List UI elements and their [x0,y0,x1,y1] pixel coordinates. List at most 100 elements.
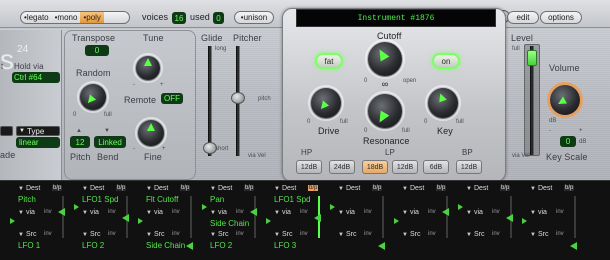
mod-via-amount-icon[interactable] [74,204,79,210]
mod-bypass-toggle[interactable]: b/p [500,185,511,191]
mod-src-value[interactable]: LFO 3 [274,241,296,250]
mod-bypass-toggle[interactable]: b/p [116,185,127,191]
mod-via-amount-icon[interactable] [202,204,207,210]
mod-bypass-toggle[interactable]: b/p [308,185,319,191]
mod-src-value[interactable]: LFO 2 [210,241,232,250]
mod-via-button[interactable]: ▼ via [402,208,419,217]
mod-intensity-handle-icon[interactable] [122,214,129,222]
link-icon[interactable]: ∞ [378,80,392,89]
options-button[interactable]: options [540,11,582,24]
mod-bypass-toggle[interactable]: b/p [52,185,63,191]
filter-tab-lp-12db[interactable]: 12dB [392,160,418,174]
mod-via-button[interactable]: ▼ via [82,208,99,217]
mono-option[interactable]: • mono [52,12,81,23]
mod-intensity-slider[interactable] [574,196,576,238]
mod-via-amount-icon[interactable] [522,218,527,224]
filter-tab-lp-6db[interactable]: 6dB [423,160,449,174]
fat-toggle[interactable]: fat [315,53,343,69]
mod-via-button[interactable]: ▼ via [466,208,483,217]
mod-src-button[interactable]: ▼ Src [18,230,36,239]
mod-bypass-toggle[interactable]: b/p [244,185,255,191]
voices-field[interactable]: 16 [172,12,186,24]
mod-src-invert-toggle[interactable]: inv [556,231,564,237]
poly-option[interactable]: • poly [80,12,104,23]
mod-src-button[interactable]: ▼ Src [82,230,100,239]
mod-via-invert-toggle[interactable]: inv [108,209,116,215]
mod-dest-value[interactable]: Flt Cutoff [146,195,178,204]
mod-src-invert-toggle[interactable]: inv [300,231,308,237]
random-knob[interactable] [77,81,109,113]
mod-dest-value[interactable]: Pan [210,195,224,204]
filter-tab-lp-24db[interactable]: 24dB [329,160,355,174]
mod-intensity-handle-icon[interactable] [58,208,65,216]
pitch-bend-down-field[interactable]: Linked [94,136,126,148]
mod-dest-button[interactable]: ▼ Dest [466,184,488,193]
edit-button[interactable]: edit [507,11,539,24]
level-slider-thumb[interactable] [527,50,537,66]
mod-via-invert-toggle[interactable]: inv [556,209,564,215]
mod-via-amount-icon[interactable] [458,204,463,210]
cutoff-knob[interactable] [365,39,405,79]
mod-via-invert-toggle[interactable]: inv [492,209,500,215]
mod-via-amount-icon[interactable] [330,204,335,210]
mod-intensity-handle-icon[interactable] [314,214,321,222]
hold-via-field[interactable]: Ctrl #64 [12,72,60,83]
mod-src-button[interactable]: ▼ Src [466,230,484,239]
mod-dest-button[interactable]: ▼ Dest [402,184,424,193]
mod-dest-value[interactable]: LFO1 Spd [274,195,310,204]
filter-on-toggle[interactable]: on [432,53,460,69]
mod-src-button[interactable]: ▼ Src [146,230,164,239]
mod-via-amount-icon[interactable] [10,218,15,224]
pitch-bend-up-field[interactable]: 12 [70,136,90,148]
mod-src-invert-toggle[interactable]: inv [44,231,52,237]
mod-via-amount-icon[interactable] [266,218,271,224]
filter-tab-lp-18db[interactable]: 18dB [362,160,388,174]
mod-via-button[interactable]: ▼ via [210,208,227,217]
instrument-display[interactable]: Instrument #1876 [296,9,496,27]
mod-via-invert-toggle[interactable]: inv [44,209,52,215]
fine-knob[interactable] [135,117,167,149]
filter-tab-bp-12db[interactable]: 12dB [456,160,482,174]
mod-src-value[interactable]: LFO 1 [18,241,40,250]
mod-intensity-slider[interactable] [62,196,64,238]
mod-dest-button[interactable]: ▼ Dest [18,184,40,193]
mod-dest-button[interactable]: ▼ Dest [82,184,104,193]
filter-tab-hp-12db[interactable]: 12dB [296,160,322,174]
mod-intensity-handle-icon[interactable] [442,208,449,216]
mod-via-button[interactable]: ▼ via [338,208,355,217]
key-knob[interactable] [425,85,461,121]
mod-dest-button[interactable]: ▼ Dest [146,184,168,193]
remote-field[interactable]: OFF [161,93,183,104]
mod-src-invert-toggle[interactable]: inv [364,231,372,237]
mod-src-button[interactable]: ▼ Src [530,230,548,239]
mod-src-value[interactable]: LFO 2 [82,241,104,250]
left-small-box[interactable] [0,126,13,136]
resonance-knob[interactable] [365,91,405,131]
mod-src-invert-toggle[interactable]: inv [236,231,244,237]
mod-src-invert-toggle[interactable]: inv [492,231,500,237]
type-button[interactable]: ▼ Type [16,126,60,136]
mod-via-amount-icon[interactable] [138,218,143,224]
mod-via-amount-icon[interactable] [394,218,399,224]
tune-knob[interactable] [133,53,163,83]
mod-intensity-slider[interactable] [446,196,448,238]
mod-dest-button[interactable]: ▼ Dest [338,184,360,193]
mod-intensity-handle-icon[interactable] [186,242,193,250]
mod-intensity-handle-icon[interactable] [506,214,513,222]
pitcher-slider-thumb[interactable] [231,92,245,104]
voice-mode-selector[interactable]: • legato • mono • poly [20,11,130,24]
mod-via-invert-toggle[interactable]: inv [428,209,436,215]
mod-dest-button[interactable]: ▼ Dest [530,184,552,193]
glide-slider-track[interactable] [208,46,212,156]
mod-via-invert-toggle[interactable]: inv [300,209,308,215]
mod-src-value[interactable]: Side Chain [146,241,185,250]
mod-dest-value[interactable]: Pitch [18,195,36,204]
mod-intensity-slider[interactable] [190,196,192,238]
mod-intensity-slider[interactable] [382,196,384,238]
mod-via-button[interactable]: ▼ via [530,208,547,217]
mod-src-button[interactable]: ▼ Src [338,230,356,239]
mod-src-button[interactable]: ▼ Src [402,230,420,239]
mod-intensity-handle-icon[interactable] [378,242,385,250]
mod-via-value[interactable]: Side Chain [210,219,249,228]
key-scale-field[interactable]: 0 [560,136,576,147]
